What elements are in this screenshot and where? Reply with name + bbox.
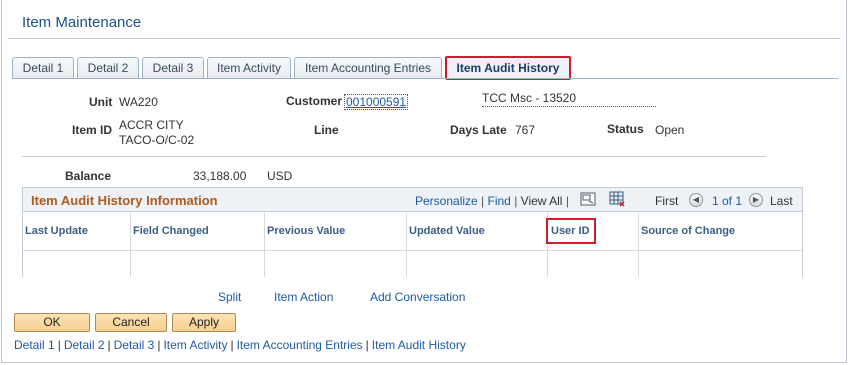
footer-link-item-audit-history[interactable]: Item Audit History	[372, 338, 466, 352]
grid-nav: Personalize | Find | View All |	[415, 194, 569, 208]
footer-link-item-activity[interactable]: Item Activity	[163, 338, 227, 352]
status-value: Open	[655, 123, 685, 137]
next-arrow-icon[interactable]: ▶	[749, 193, 763, 207]
unit-label: Unit	[89, 95, 113, 109]
table-cell	[23, 250, 131, 277]
table-cell	[639, 250, 802, 277]
tabs-baseline	[12, 78, 838, 79]
find-link[interactable]: Find	[488, 194, 511, 208]
table-cell	[548, 250, 639, 277]
col-header-updated-value[interactable]: Updated Value	[407, 213, 548, 250]
tab-detail-2[interactable]: Detail 2	[77, 57, 139, 79]
nav-separator: |	[565, 194, 569, 208]
tab-item-audit-history[interactable]: Item Audit History	[445, 56, 571, 80]
personalize-link[interactable]: Personalize	[415, 194, 478, 208]
days-late-value: 767	[515, 123, 536, 137]
table-cell	[131, 250, 265, 277]
tab-item-accounting-entries[interactable]: Item Accounting Entries	[294, 57, 442, 79]
nav-separator: |	[481, 194, 485, 208]
item-id-line2: TACO-O/C-02	[119, 133, 195, 147]
last-label: Last	[770, 194, 793, 208]
audit-history-grid: Item Audit History Information Personali…	[22, 187, 803, 277]
grid-header-bar: Item Audit History Information Personali…	[23, 188, 802, 212]
days-late-label: Days Late	[450, 123, 507, 137]
footer-link-detail-2[interactable]: Detail 2	[64, 338, 105, 352]
tab-item-activity[interactable]: Item Activity	[207, 57, 291, 79]
tab-detail-1[interactable]: Detail 1	[12, 57, 74, 79]
customer-label: Customer	[286, 94, 343, 108]
first-label: First	[655, 194, 679, 208]
item-action-link[interactable]: Item Action	[274, 290, 333, 304]
prev-arrow-icon[interactable]: ◀	[689, 193, 703, 207]
balance-label: Balance	[65, 169, 112, 183]
apply-button[interactable]: Apply	[172, 313, 236, 332]
tab-detail-3[interactable]: Detail 3	[142, 57, 204, 79]
footer-separator: |	[157, 338, 161, 352]
ok-button[interactable]: OK	[14, 313, 90, 332]
table-cell	[407, 250, 548, 277]
footer-link-item-accounting-entries[interactable]: Item Accounting Entries	[237, 338, 363, 352]
view-all-link[interactable]: View All	[521, 194, 563, 208]
status-label: Status	[607, 122, 644, 136]
footer-link-detail-1[interactable]: Detail 1	[14, 338, 55, 352]
customer-link[interactable]: 001000591	[344, 94, 409, 110]
add-conversation-link[interactable]: Add Conversation	[370, 290, 465, 304]
download-grid-icon[interactable]	[609, 191, 625, 207]
split-link[interactable]: Split	[218, 290, 241, 304]
col-header-source-of-change[interactable]: Source of Change	[639, 213, 802, 250]
table-cell	[265, 250, 407, 277]
col-header-previous-value[interactable]: Previous Value	[265, 213, 407, 250]
cancel-button[interactable]: Cancel	[95, 313, 167, 332]
col-header-last-update[interactable]: Last Update	[23, 213, 131, 250]
item-id-line1: ACCR CITY	[119, 118, 184, 132]
customer-name: TCC Msc - 13520	[482, 91, 656, 107]
nav-separator: |	[514, 194, 518, 208]
row-range: 1 of 1	[712, 194, 743, 208]
zoom-icon[interactable]	[580, 192, 596, 206]
col-header-field-changed[interactable]: Field Changed	[131, 213, 265, 250]
line-label: Line	[314, 123, 339, 137]
title-divider	[8, 38, 840, 39]
page-title: Item Maintenance	[22, 14, 142, 31]
footer-separator: |	[107, 338, 111, 352]
user-id-highlight	[546, 218, 596, 244]
unit-value: WA220	[119, 95, 158, 109]
footer-separator: |	[57, 338, 61, 352]
section-divider	[22, 156, 766, 157]
footer-link-detail-3[interactable]: Detail 3	[114, 338, 155, 352]
footer-nav: Detail 1 | Detail 2 | Detail 3 | Item Activity…	[14, 338, 466, 352]
item-id-label: Item ID	[72, 123, 113, 137]
footer-separator: |	[365, 338, 369, 352]
currency-code: USD	[267, 169, 293, 183]
grid-title: Item Audit History Information	[31, 193, 218, 208]
footer-separator: |	[230, 338, 234, 352]
balance-value: 33,188.00	[193, 169, 247, 183]
page-frame	[1, 0, 847, 363]
